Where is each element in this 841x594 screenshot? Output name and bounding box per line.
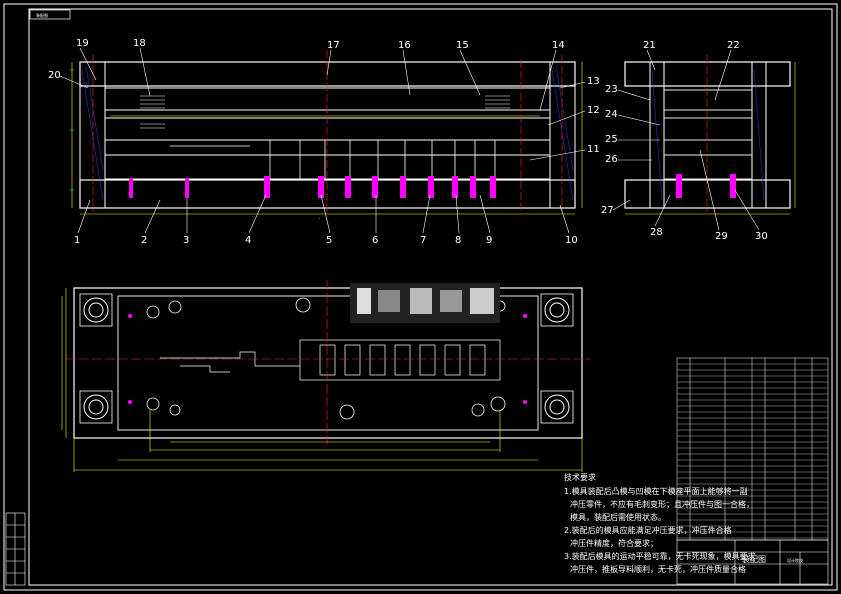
strip-layout: [160, 339, 501, 381]
callout-label: 18: [133, 38, 146, 49]
callout-label: 29: [715, 231, 728, 242]
callout-label: 24: [605, 109, 618, 120]
callout-label: 21: [643, 40, 656, 51]
callout-label: 23: [605, 84, 618, 95]
lower-die-plate: [79, 179, 576, 209]
callout-label: 17: [327, 40, 340, 51]
leader-line: [734, 189, 760, 231]
leader-line: [617, 114, 661, 126]
callout-label: 16: [398, 40, 411, 51]
leader-line: [699, 149, 720, 231]
callout-label: 28: [650, 227, 663, 238]
callout-label: 10: [565, 235, 578, 246]
leader-line: [714, 49, 732, 101]
callout-label: 12: [587, 105, 600, 116]
die-plate: [104, 154, 551, 180]
callout-label: 6: [372, 235, 378, 246]
leader-line: [144, 199, 161, 234]
tech-line: 冲压件精度，符合要求；: [570, 538, 658, 548]
callout-label: 15: [456, 40, 469, 51]
callout-label: 25: [605, 134, 618, 145]
leader-line: [79, 47, 97, 81]
leader-line: [654, 194, 671, 227]
tech-requirements: 技术要求 1.模具装配后凸模与凹模在下模座平面上能够将一副 冲压零件，不应有毛刺…: [564, 472, 756, 574]
cad-drawing: 装配图 — 装配图 设计院校 技术要求 1.模具装配后凸模与凹模在下模座平面上能…: [3, 3, 838, 591]
callout-label: 3: [183, 235, 189, 246]
tech-heading: 技术要求: [564, 472, 596, 482]
school-name: 设计院校: [787, 557, 803, 563]
leader-line: [559, 81, 586, 89]
callout-label: 13: [587, 76, 600, 87]
tech-line: 2.装配后的模具应能满足冲压要求，冲压件合格: [564, 525, 732, 535]
callout-label: 9: [486, 235, 492, 246]
obscured-region: [350, 283, 500, 323]
callout-label: 2: [141, 235, 147, 246]
leader-line: [559, 204, 570, 234]
front-section-view: —: [70, 50, 583, 220]
side-section-view: [624, 55, 796, 215]
leader-line: [617, 89, 651, 101]
leader-line: [547, 110, 586, 126]
bill-of-materials: [676, 357, 829, 541]
callout-label: 14: [552, 40, 565, 51]
title-tab-text: 装配图: [36, 12, 48, 18]
tech-line: 冲压零件，不应有毛刺变形；且冲压件与图一合格，: [570, 499, 754, 509]
callout-label: 7: [420, 235, 426, 246]
spring-left: [140, 95, 165, 129]
callout-label: 5: [326, 235, 332, 246]
upper-die-plate: [79, 61, 576, 87]
callout-label: 19: [76, 38, 89, 49]
spring-right: [485, 95, 510, 109]
leader-line: [139, 47, 151, 97]
tech-line: 冲压件，推板导料顺利，无卡死，冲压件质量合格: [570, 564, 746, 574]
tech-line: 3.装配后模具的运动平稳可靠，无卡死现象，模具要求: [564, 551, 756, 561]
callout-label: 8: [455, 235, 461, 246]
front-dim-label: —: [318, 216, 321, 220]
leader-line: [646, 49, 656, 71]
tech-line: 1.模具装配后凸模与凹模在下模座平面上能够将一副: [564, 486, 748, 496]
callout-label: 26: [605, 154, 618, 165]
margin-strip: [5, 512, 26, 586]
callout-label: 11: [587, 144, 600, 155]
punch-array: [170, 139, 496, 180]
callout-label: 22: [727, 40, 740, 51]
stripper-plate: [104, 117, 551, 141]
drawing-canvas: 装配图 — 装配图 设计院校 技术要求 1.模具装配后凸模与凹模在下模座平面上能…: [0, 0, 841, 594]
callout-label: 30: [755, 231, 768, 242]
punch-plate: [104, 87, 551, 111]
callout-label: 27: [601, 205, 614, 216]
callout-label: 20: [48, 70, 61, 81]
callout-label: 4: [245, 235, 251, 246]
plan-view: [61, 280, 590, 472]
callout-label: 1: [74, 235, 80, 246]
tech-line: 模具，装配后需使用状态。: [570, 512, 666, 522]
